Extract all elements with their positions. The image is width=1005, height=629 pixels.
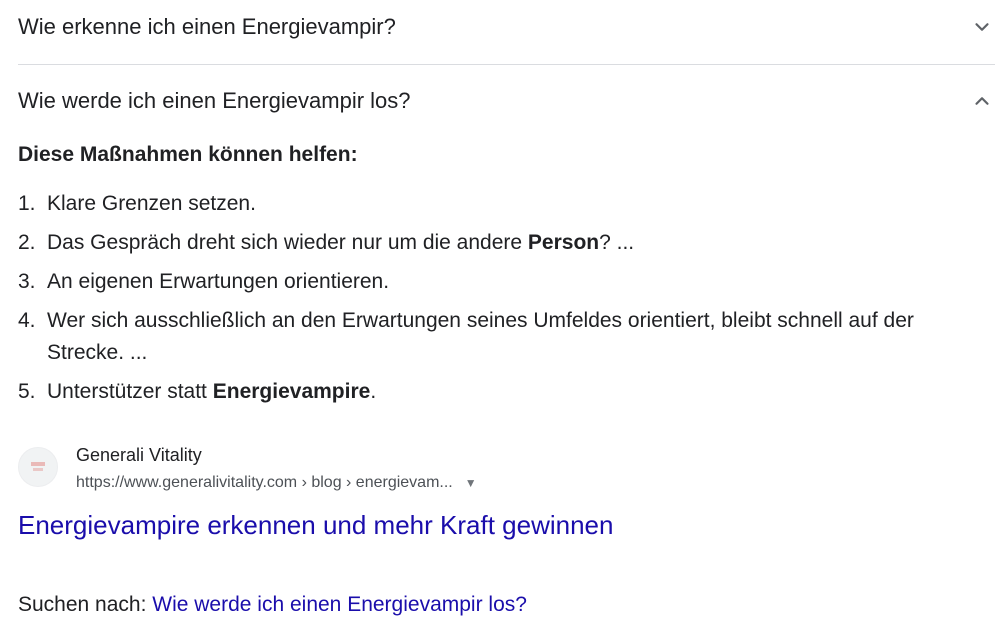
chevron-down-icon[interactable] <box>969 14 995 40</box>
faq-question-1-text: Wie erkenne ich einen Energievampir? <box>18 14 396 39</box>
generali-favicon-icon <box>18 447 58 487</box>
answer-steps-list: 1. Klare Grenzen setzen. 2. Das Gespräch… <box>18 188 978 415</box>
result-source[interactable]: Generali Vitality https://www.generalivi… <box>18 444 477 494</box>
step-text: Klare Grenzen setzen. <box>47 192 256 215</box>
faq-question-1[interactable]: Wie erkenne ich einen Energievampir? <box>18 10 995 44</box>
list-item: 1. Klare Grenzen setzen. <box>18 188 978 220</box>
list-item: 5. Unterstützer statt Energievampire. <box>18 376 978 408</box>
step-number: 4. <box>18 309 36 332</box>
step-text: An eigenen Erwartungen orientieren. <box>47 270 390 293</box>
list-item: 2. Das Gespräch dreht sich wieder nur um… <box>18 227 978 259</box>
chevron-up-icon[interactable] <box>969 88 995 114</box>
list-item: 3. An eigenen Erwartungen orientieren. <box>18 266 978 298</box>
step-number: 3. <box>18 270 36 293</box>
result-title-link[interactable]: Energievampire erkennen und mehr Kraft g… <box>18 508 613 542</box>
step-text: Unterstützer statt Energievampire. <box>47 380 377 403</box>
faq-divider <box>18 64 995 65</box>
search-for-line: Suchen nach: Wie werde ich einen Energie… <box>18 590 527 620</box>
site-name[interactable]: Generali Vitality <box>76 444 477 466</box>
faq-question-2[interactable]: Wie werde ich einen Energievampir los? <box>18 84 995 118</box>
step-number: 5. <box>18 380 36 403</box>
faq-answer-panel: Wie erkenne ich einen Energievampir? Wie… <box>0 0 1005 629</box>
search-for-label: Suchen nach: <box>18 593 153 616</box>
site-url-text[interactable]: https://www.generalivitality.com › blog … <box>76 472 453 494</box>
step-text: Wer sich ausschließlich an den Erwartung… <box>47 309 914 364</box>
search-for-query-link[interactable]: Wie werde ich einen Energievampir los? <box>152 593 527 616</box>
faq-question-2-text: Wie werde ich einen Energievampir los? <box>18 88 411 113</box>
caret-down-icon[interactable]: ▼ <box>465 472 477 494</box>
site-url[interactable]: https://www.generalivitality.com › blog … <box>76 472 477 494</box>
answer-heading: Diese Maßnahmen können helfen: <box>18 143 358 166</box>
step-number: 1. <box>18 192 36 215</box>
list-item: 4. Wer sich ausschließlich an den Erwart… <box>18 305 978 369</box>
favicon-logo-mark <box>30 460 46 474</box>
step-number: 2. <box>18 231 36 254</box>
step-text: Das Gespräch dreht sich wieder nur um di… <box>47 231 635 254</box>
source-meta: Generali Vitality https://www.generalivi… <box>76 444 477 494</box>
